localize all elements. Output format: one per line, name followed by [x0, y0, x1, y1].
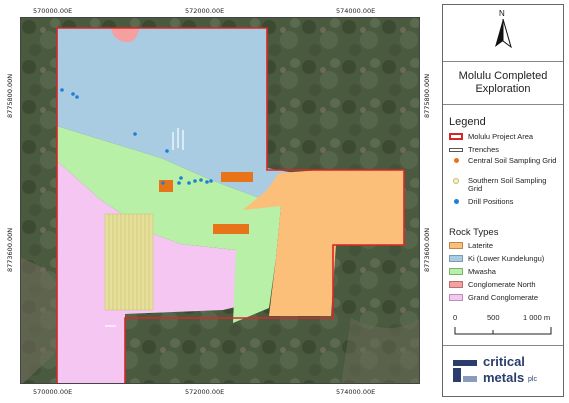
grand-conglomerate-swatch — [449, 294, 463, 301]
legend-label: Molulu Project Area — [468, 132, 534, 141]
map-title-line1: Molulu Completed — [458, 70, 548, 82]
legend-label: Drill Positions — [468, 197, 514, 206]
legend-panel: N Molulu Completed Exploration Legend Mo… — [442, 4, 564, 397]
scale-bar-graphic — [454, 327, 552, 335]
rock-label: Mwasha — [468, 267, 496, 276]
mwasha-swatch — [449, 268, 463, 275]
legend-label: Trenches — [468, 145, 499, 154]
scale-label: 0 — [453, 313, 458, 322]
coord-label-left: 8775800.00N — [6, 73, 14, 118]
rock-item-mwasha: Mwasha — [449, 268, 496, 276]
scale-label: 500 — [487, 313, 500, 322]
coord-label-right: 8773600.00N — [423, 227, 431, 272]
logo-mark-icon — [453, 360, 477, 382]
legend-heading: Legend — [449, 116, 486, 128]
map-title: Molulu Completed Exploration — [443, 61, 563, 105]
rock-label: Grand Conglomerate — [468, 293, 539, 302]
rock-item-ki: Ki (Lower Kundelungu) — [449, 255, 544, 263]
drill-swatch — [449, 198, 463, 205]
terrain-patch — [341, 318, 419, 383]
rock-label: Conglomerate North — [468, 280, 536, 289]
legend-label: Southern Soil Sampling Grid — [468, 176, 547, 193]
southern-soil-sampling-grid[interactable] — [104, 213, 154, 311]
legend-item-southern-grid: Southern Soil Sampling Grid — [449, 177, 558, 193]
conglomerate-north-swatch — [449, 281, 463, 288]
company-logo: critical metals plc — [443, 345, 563, 396]
coord-label-top: 570000.00E — [33, 7, 73, 15]
map-canvas[interactable] — [21, 18, 420, 384]
logo-text-line2: metals — [483, 370, 525, 385]
legend-item-central-grid: Central Soil Sampling Grid — [449, 157, 558, 165]
coord-label-right: 8775800.00N — [423, 73, 431, 118]
coord-label-bottom: 574000.00E — [336, 388, 376, 396]
legend-item-trenches: Trenches — [449, 146, 499, 154]
ki-swatch — [449, 255, 463, 262]
north-arrow: N — [443, 5, 563, 55]
legend-item-drill-positions: Drill Positions — [449, 198, 513, 206]
laterite-swatch — [449, 242, 463, 249]
rock-types-heading: Rock Types — [449, 227, 499, 238]
map-frame[interactable] — [20, 17, 420, 384]
coord-label-bottom: 570000.00E — [33, 388, 73, 396]
logo-text-line1: critical — [483, 354, 525, 369]
project-area-swatch — [449, 133, 463, 140]
rock-item-laterite: Laterite — [449, 242, 493, 250]
legend-item-project-area: Molulu Project Area — [449, 133, 533, 141]
trench-swatch — [449, 148, 463, 152]
coord-label-top: 574000.00E — [336, 7, 376, 15]
scale-bar: 0 500 1 000 m — [451, 313, 561, 341]
central-grid-swatch — [449, 157, 463, 164]
rock-label: Laterite — [468, 241, 494, 250]
southern-grid-swatch — [449, 177, 463, 184]
coord-label-top: 572000.00E — [185, 7, 225, 15]
legend-label: Central Soil Sampling Grid — [468, 156, 557, 165]
north-label: N — [499, 9, 505, 18]
coord-label-bottom: 572000.00E — [185, 388, 225, 396]
rock-item-grand-conglomerate: Grand Conglomerate — [449, 294, 538, 302]
scale-label: 1 000 m — [523, 313, 551, 322]
map-title-line2: Exploration — [475, 83, 531, 95]
coord-label-left: 8773600.00N — [6, 227, 14, 272]
rock-item-conglomerate-north: Conglomerate North — [449, 281, 536, 289]
rock-label: Ki (Lower Kundelungu) — [468, 254, 545, 263]
logo-text-suffix: plc — [528, 376, 537, 383]
